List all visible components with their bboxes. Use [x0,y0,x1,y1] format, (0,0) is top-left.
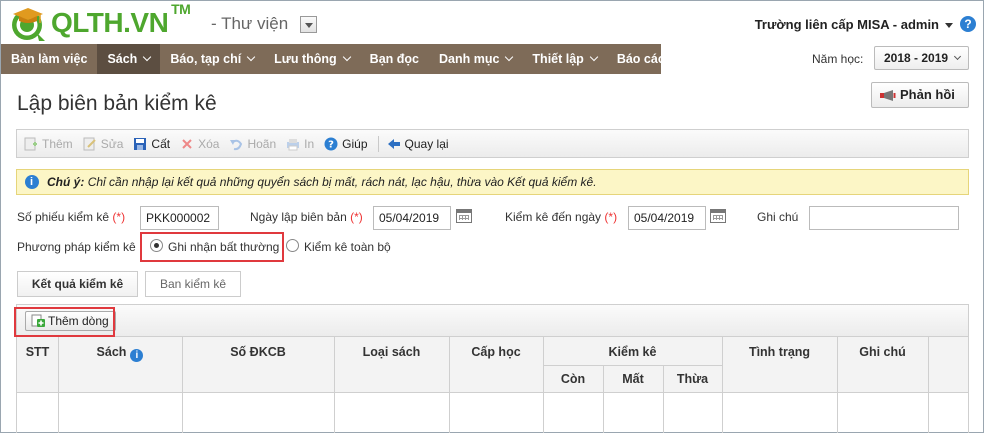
back-button[interactable]: Quay lại [387,137,449,151]
edit-icon [83,137,96,150]
voucher-number-label: Số phiếu kiểm kê (*) [17,210,126,224]
nav-item-danh-muc[interactable]: Danh mục [429,44,522,74]
created-date-input[interactable]: 05/04/2019 [373,206,451,230]
nav-item-sach[interactable]: Sách [97,44,161,74]
logo-text: QLTH.VN TM [51,1,191,38]
calendar-icon[interactable] [456,209,472,223]
toolbar-divider [377,135,379,152]
info-icon[interactable]: i [130,349,144,362]
inventory-method-label: Phương pháp kiểm kê [17,240,136,254]
chevron-down-icon [143,52,152,62]
nav-item-bao-cao[interactable]: Báo cáo [607,44,676,74]
inventory-to-date-label: Kiểm kê đến ngày (*) [505,210,618,224]
column-header-school-level[interactable]: Cấp học [449,345,543,359]
method-option-full-label[interactable]: Kiểm kê toàn bộ [304,240,391,254]
chevron-down-icon [589,52,599,62]
column-header-registration-number[interactable]: Số ĐKCB [182,345,334,359]
help-circle-icon: ? [324,137,338,150]
tab-inventory-result[interactable]: Kết quả kiểm kê [17,271,138,297]
column-header-remain[interactable]: Còn [543,372,603,386]
column-header-note[interactable]: Ghi chú [837,345,928,359]
nav-item-ban-doc[interactable]: Bạn đọc [360,44,429,74]
delete-icon [182,138,192,149]
notice-text: Chỉ cần nhập lại kết quả những quyển sác… [87,175,597,189]
column-header-status[interactable]: Tình trạng [722,345,837,359]
column-header-book[interactable]: Sách i [58,345,182,362]
add-button[interactable]: Thêm [24,137,73,151]
column-header-lost[interactable]: Mất [603,372,663,386]
svg-text:?: ? [328,139,334,150]
chevron-down-icon [505,52,514,62]
nav-item-thiet-lap[interactable]: Thiết lập [522,44,606,74]
nav-item-ban-lam-viec[interactable]: Bàn làm việc [1,44,97,74]
edit-button[interactable]: Sửa [83,137,123,151]
chevron-down-icon [953,52,962,61]
chevron-down-icon [342,52,351,62]
feedback-button[interactable]: Phản hồi [871,82,969,108]
module-title: - Thư viện [211,14,289,33]
method-radio-full[interactable] [286,239,299,252]
tab-inventory-committee[interactable]: Ban kiểm kê [145,271,241,297]
arrow-left-icon [387,138,400,149]
note-input[interactable] [809,206,959,230]
calendar-icon[interactable] [710,209,726,223]
created-date-label: Ngày lập biên bản (*) [250,210,363,224]
app-header: QLTH.VN TM - Thư viện Trường liên cấp MIS… [1,1,983,44]
user-menu-caret-icon[interactable] [945,23,953,28]
inventory-to-date-input[interactable]: 05/04/2019 [628,206,706,230]
nav-item-bao-tap-chi[interactable]: Báo, tạp chí [160,44,264,74]
undo-button[interactable]: Hoãn [229,137,276,151]
module-switch-dropdown[interactable] [300,16,317,33]
voucher-number-input[interactable]: PKK000002 [140,206,219,230]
print-icon [287,138,300,150]
help-button[interactable]: ? Giúp [324,137,368,151]
logo-trademark: TM [171,1,191,17]
main-nav: Bàn làm việc Sách Báo, tạp chí Lưu thông… [1,44,665,74]
column-header-extra[interactable]: Thừa [663,372,722,386]
save-button[interactable]: Cất [133,137,170,151]
column-header-book-type[interactable]: Loại sách [334,345,449,359]
school-year-label: Năm học: [812,52,864,66]
info-icon [25,170,39,194]
save-icon [134,137,147,150]
app-logo[interactable]: QLTH.VN TM [7,1,191,41]
print-button[interactable]: In [286,137,314,151]
action-toolbar: Thêm Sửa Cất Xóa Hoãn In ? Giúp Quay lại [16,129,969,158]
user-menu[interactable]: Trường liên cấp MISA - admin [755,17,939,32]
undo-icon [230,139,243,150]
grid-header: STT Sách i Số ĐKCB Loại sách Cấp học Kiểm… [17,337,968,393]
notice-banner: Chú ý: Chỉ cần nhập lại kết quả những qu… [16,169,969,195]
chevron-down-icon [246,52,256,62]
inventory-grid: Thêm dòng STT Sách i Số ĐKCB Loại sách Cấ… [16,304,969,433]
add-icon [24,137,37,150]
highlight-box [14,307,115,337]
megaphone-icon [880,90,896,101]
nav-item-luu-thong[interactable]: Lưu thông [264,44,360,74]
school-year-select[interactable]: 2018 - 2019 [874,46,969,70]
graduation-cap-logo-icon [12,8,45,41]
delete-button[interactable]: Xóa [180,137,219,151]
page-title: Lập biên bản kiểm kê [17,92,217,115]
method-option-irregular-label[interactable]: Ghi nhận bất thường [168,240,279,254]
method-radio-irregular[interactable] [150,239,163,252]
grid-toolbar: Thêm dòng [17,305,968,337]
help-icon[interactable]: ? [960,16,976,32]
column-header-inventory: Kiểm kê [608,345,657,359]
notice-label: Chú ý: [47,175,85,189]
column-header-stt[interactable]: STT [17,345,58,359]
note-label: Ghi chú [757,210,799,224]
